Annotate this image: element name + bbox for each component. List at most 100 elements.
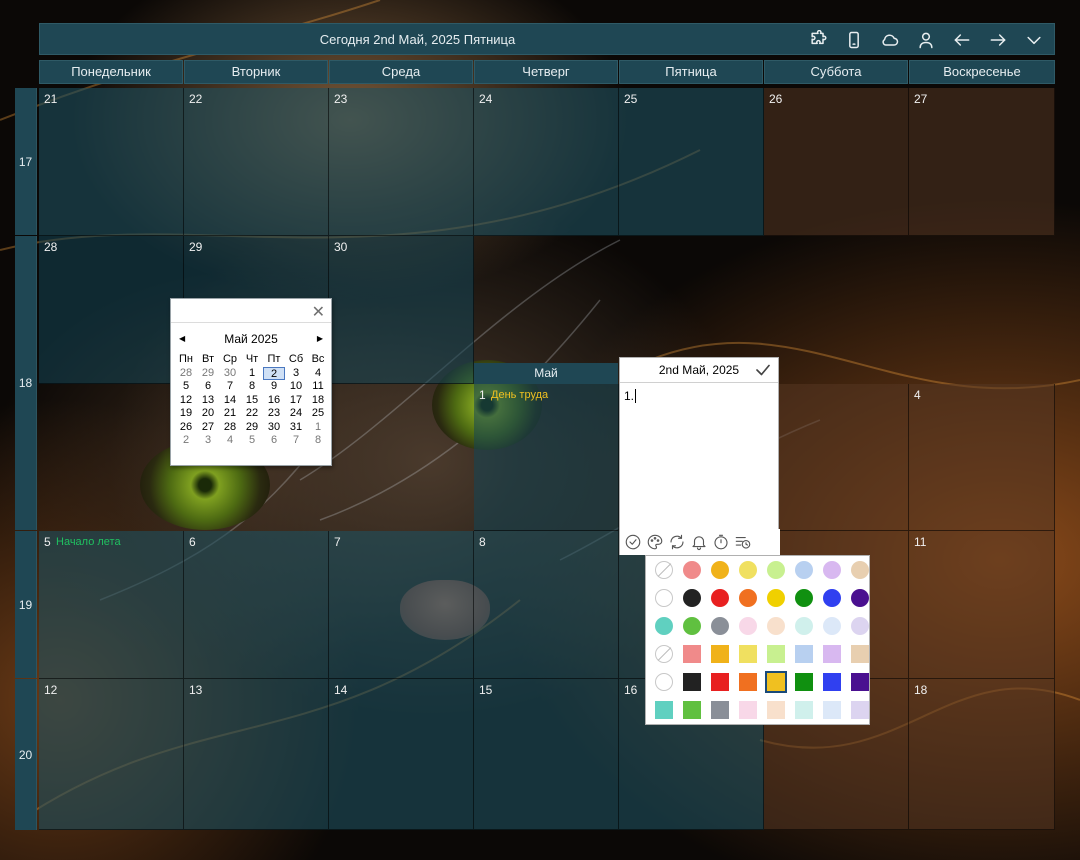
color-swatch[interactable] [818, 584, 846, 612]
mini-day[interactable]: 11 [307, 380, 329, 394]
color-swatch[interactable] [790, 696, 818, 724]
color-swatch[interactable] [790, 612, 818, 640]
timer-icon[interactable] [712, 533, 730, 551]
mini-day[interactable]: 30 [219, 367, 241, 381]
note-text-area[interactable]: 1. [620, 383, 778, 409]
user-icon[interactable] [908, 24, 944, 56]
bell-icon[interactable] [690, 533, 708, 551]
puzzle-icon[interactable] [800, 24, 836, 56]
day-cell[interactable]: 24 [474, 88, 619, 236]
color-swatch[interactable] [678, 668, 706, 696]
list-clock-icon[interactable] [734, 533, 752, 551]
day-cell[interactable]: 14 [329, 679, 474, 830]
day-cell[interactable]: 7 [329, 531, 474, 679]
arrow-left-icon[interactable] [944, 24, 980, 56]
color-swatch[interactable] [762, 696, 790, 724]
color-swatch[interactable] [678, 584, 706, 612]
color-swatch[interactable] [762, 640, 790, 668]
color-swatch[interactable] [818, 668, 846, 696]
mini-day[interactable]: 8 [241, 380, 263, 394]
mini-day[interactable]: 17 [285, 394, 307, 408]
day-cell[interactable]: 22 [184, 88, 329, 236]
event-label[interactable]: День труда [491, 389, 548, 401]
mini-day[interactable]: 10 [285, 380, 307, 394]
color-swatch[interactable] [706, 696, 734, 724]
color-swatch[interactable] [762, 556, 790, 584]
color-swatch[interactable] [762, 612, 790, 640]
day-cell[interactable]: 8 [474, 531, 619, 679]
mini-day[interactable]: 7 [285, 434, 307, 448]
mini-day[interactable]: 16 [263, 394, 285, 408]
mini-day[interactable]: 28 [219, 421, 241, 435]
mini-day[interactable]: 22 [241, 407, 263, 421]
color-swatch[interactable] [678, 612, 706, 640]
color-swatch[interactable] [790, 668, 818, 696]
mini-day[interactable]: 5 [175, 380, 197, 394]
color-swatch[interactable] [818, 696, 846, 724]
mini-day[interactable]: 31 [285, 421, 307, 435]
day-cell[interactable]: 11 [909, 531, 1055, 679]
mini-day[interactable]: 6 [197, 380, 219, 394]
day-cell[interactable]: 4 [909, 384, 1055, 531]
custom-color-icon[interactable] [650, 668, 678, 696]
color-swatch[interactable] [734, 696, 762, 724]
mini-day[interactable]: 1 [307, 421, 329, 435]
mini-day[interactable]: 19 [175, 407, 197, 421]
close-icon[interactable]: ✕ [312, 302, 325, 322]
color-swatch[interactable] [734, 640, 762, 668]
day-cell[interactable]: 28 [39, 236, 184, 384]
mini-day[interactable]: 7 [219, 380, 241, 394]
mini-day[interactable]: 27 [197, 421, 219, 435]
color-swatch[interactable] [846, 612, 874, 640]
mini-day[interactable]: 5 [241, 434, 263, 448]
mini-day[interactable]: 18 [307, 394, 329, 408]
mini-day[interactable]: 1 [241, 367, 263, 381]
repeat-icon[interactable] [668, 533, 686, 551]
day-cell[interactable]: 18 [909, 679, 1055, 830]
color-swatch[interactable] [846, 668, 874, 696]
mini-day[interactable]: 2 [175, 434, 197, 448]
color-swatch[interactable] [734, 668, 762, 696]
phone-icon[interactable] [836, 24, 872, 56]
mini-day[interactable]: 3 [197, 434, 219, 448]
chevron-down-icon[interactable] [1016, 24, 1052, 56]
week-number[interactable]: 17 [15, 88, 37, 235]
color-swatch[interactable] [790, 584, 818, 612]
color-swatch[interactable] [706, 584, 734, 612]
week-number[interactable]: 18 [15, 236, 37, 530]
color-swatch[interactable] [734, 584, 762, 612]
color-swatch[interactable] [846, 640, 874, 668]
week-number[interactable]: 20 [15, 679, 37, 830]
color-swatch[interactable] [706, 668, 734, 696]
confirm-check-icon[interactable] [754, 361, 772, 379]
mini-day[interactable]: 3 [285, 367, 307, 381]
day-cell[interactable]: 27 [909, 88, 1055, 236]
color-swatch[interactable] [678, 556, 706, 584]
no-color-swatch[interactable] [650, 640, 678, 668]
color-swatch[interactable] [818, 612, 846, 640]
color-swatch[interactable] [650, 612, 678, 640]
mini-day-today[interactable]: 2 [263, 366, 285, 380]
day-cell[interactable]: 13 [184, 679, 329, 830]
mini-day[interactable]: 25 [307, 407, 329, 421]
color-swatch-selected[interactable] [762, 668, 790, 696]
mini-day[interactable]: 4 [307, 367, 329, 381]
custom-color-icon[interactable] [650, 584, 678, 612]
color-swatch[interactable] [846, 556, 874, 584]
color-swatch[interactable] [706, 556, 734, 584]
mini-day[interactable]: 20 [197, 407, 219, 421]
mini-day[interactable]: 26 [175, 421, 197, 435]
color-swatch[interactable] [734, 556, 762, 584]
color-swatch[interactable] [846, 584, 874, 612]
palette-icon[interactable] [646, 533, 664, 551]
day-cell[interactable]: 23 [329, 88, 474, 236]
cloud-icon[interactable] [872, 24, 908, 56]
mini-day[interactable]: 23 [263, 407, 285, 421]
mini-day[interactable]: 29 [241, 421, 263, 435]
prev-month-icon[interactable]: ◀ [179, 329, 185, 349]
mini-day[interactable]: 8 [307, 434, 329, 448]
mini-day[interactable]: 14 [219, 394, 241, 408]
day-cell[interactable]: 12 [39, 679, 184, 830]
color-swatch[interactable] [650, 696, 678, 724]
color-swatch[interactable] [762, 584, 790, 612]
